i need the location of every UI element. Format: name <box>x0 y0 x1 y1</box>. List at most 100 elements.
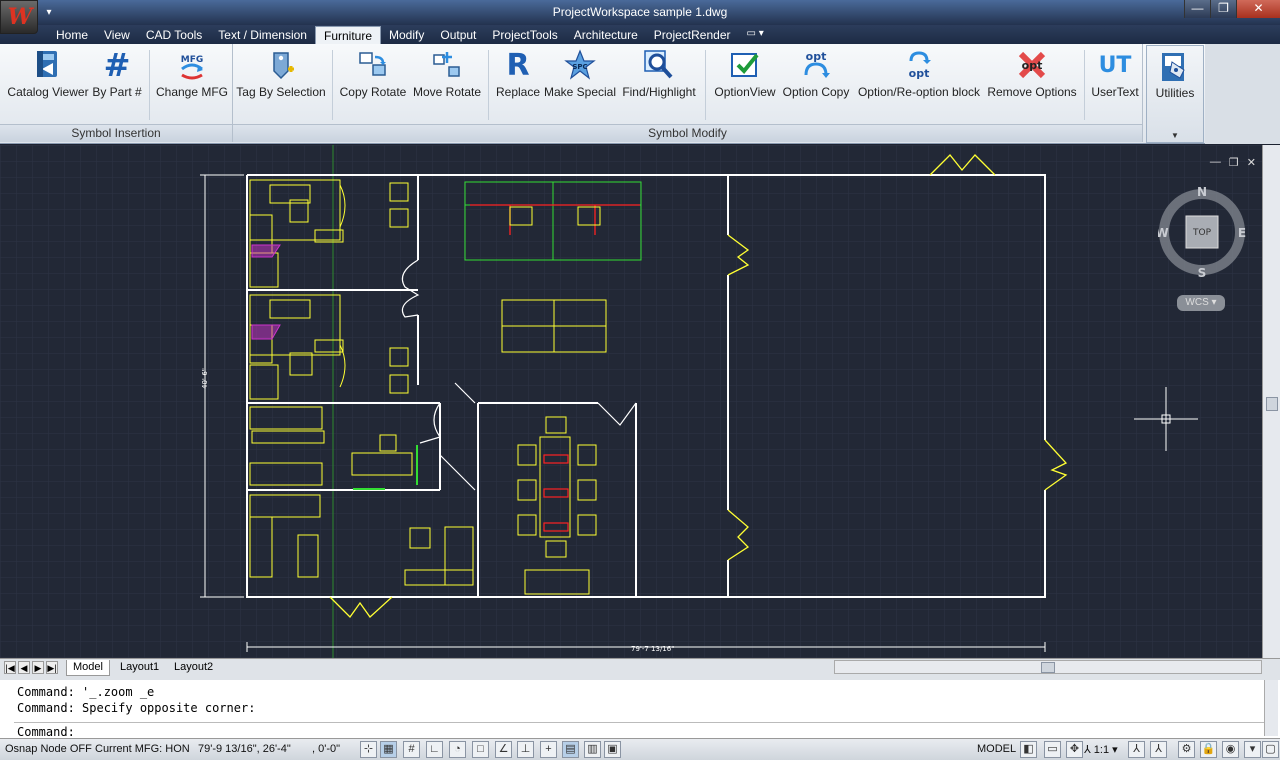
utilities-button[interactable]: Utilities ▼ <box>1146 45 1204 143</box>
restore-button[interactable]: ❐ <box>1210 0 1236 18</box>
tab-view[interactable]: View <box>96 26 138 44</box>
annotation-scale[interactable]: ⅄ 1:1 ▾ <box>1084 743 1118 756</box>
app-logo-icon: W <box>7 4 33 30</box>
application-menu-button[interactable]: W <box>0 0 38 34</box>
horizontal-scrollbar[interactable] <box>834 660 1262 674</box>
status-bar: Osnap Node OFF Current MFG: HON 79'-9 13… <box>0 738 1280 760</box>
vertical-scrollbar[interactable] <box>1262 145 1280 658</box>
dynamic-input-button[interactable]: + <box>540 741 557 758</box>
tag-by-selection-label: Tag By Selection <box>236 85 326 99</box>
viewport-restore-button[interactable]: ❐ <box>1229 156 1239 169</box>
tab-model[interactable]: Model <box>66 660 110 676</box>
change-mfg-button[interactable]: MFG Change MFG <box>154 48 230 108</box>
ribbon-empty-area <box>1205 44 1280 144</box>
command-scrollbar[interactable] <box>1264 680 1278 736</box>
tab-layout1[interactable]: Layout1 <box>114 660 165 676</box>
utilities-expand-icon[interactable]: ▼ <box>1147 131 1203 140</box>
tab-modify[interactable]: Modify <box>381 26 432 44</box>
tab-text-dimension[interactable]: Text / Dimension <box>210 26 315 44</box>
command-history: Command: '_.zoom _e Command: Specify oppo… <box>17 684 255 716</box>
option-view-button[interactable]: OptionView <box>711 48 779 108</box>
command-history-line: Command: '_.zoom _e <box>17 685 155 699</box>
coordinate-readout: 79'-9 13/16", 26'-4" <box>198 743 291 755</box>
quick-view-drawings-button[interactable]: ▭ <box>1044 741 1061 758</box>
tab-home[interactable]: Home <box>48 26 96 44</box>
prev-layout-button[interactable]: ◀ <box>18 661 30 674</box>
next-layout-button[interactable]: ▶ <box>32 661 44 674</box>
object-snap-tracking-button[interactable]: ∠ <box>495 741 512 758</box>
workspace-switching-button[interactable]: ⚙ <box>1178 741 1195 758</box>
vertical-scroll-thumb[interactable] <box>1266 397 1278 411</box>
panel-label-symbol-insertion: Symbol Insertion <box>0 124 232 142</box>
transparency-button[interactable]: ▥ <box>584 741 601 758</box>
wcs-menu[interactable]: WCS ▾ <box>1177 295 1225 311</box>
first-layout-button[interactable]: |◀ <box>4 661 16 674</box>
lock-ui-button[interactable]: 🔒 <box>1200 741 1217 758</box>
ortho-mode-button[interactable]: ∟ <box>426 741 443 758</box>
clean-screen-button[interactable]: ▢ <box>1262 741 1279 758</box>
quick-properties-button[interactable]: ▣ <box>604 741 621 758</box>
copy-rotate-label: Copy Rotate <box>339 85 407 99</box>
find-highlight-button[interactable]: Find/Highlight <box>619 48 699 108</box>
cad-application-window: ▾ ProjectWorkspace sample 1.dwg — ❐ ✕ W … <box>0 0 1280 760</box>
quick-view-layouts-button[interactable]: ◧ <box>1020 741 1037 758</box>
isolate-objects-button[interactable]: ◉ <box>1222 741 1239 758</box>
lineweight-button[interactable]: ▤ <box>562 741 579 758</box>
viewcube[interactable]: TOP N S E W <box>1155 185 1248 285</box>
horizontal-scroll-thumb[interactable] <box>1041 662 1055 673</box>
grid-display-button[interactable]: # <box>403 741 420 758</box>
svg-text:opt: opt <box>806 50 827 63</box>
option-reoption-button[interactable]: opt Option/Re-option block <box>854 48 984 108</box>
model-space-toggle[interactable]: MODEL <box>977 743 1016 755</box>
polar-tracking-button[interactable]: ◔ <box>449 741 466 758</box>
ribbon-separator <box>1084 50 1085 120</box>
tab-output[interactable]: Output <box>432 26 484 44</box>
viewport-close-button[interactable]: ✕ <box>1247 156 1256 169</box>
remove-options-label: Remove Options <box>987 85 1077 99</box>
move-rotate-button[interactable]: Move Rotate <box>411 48 483 108</box>
by-part-button[interactable]: # By Part # <box>92 46 142 108</box>
tab-cad-tools[interactable]: CAD Tools <box>138 26 210 44</box>
catalog-viewer-button[interactable]: Catalog Viewer <box>6 48 90 108</box>
option-copy-label: Option Copy <box>782 85 850 99</box>
by-part-icon: # <box>103 46 131 84</box>
ribbon-separator <box>149 50 150 120</box>
status-bar-menu-button[interactable]: ▾ <box>1244 741 1261 758</box>
tab-layout2[interactable]: Layout2 <box>168 660 219 676</box>
tab-architecture[interactable]: Architecture <box>566 26 646 44</box>
option-copy-button[interactable]: opt Option Copy <box>780 48 852 108</box>
tab-projectrender[interactable]: ProjectRender <box>646 26 739 44</box>
minimize-button[interactable]: — <box>1184 0 1210 18</box>
change-mfg-icon: MFG <box>175 48 209 82</box>
drawing-canvas[interactable]: 40'-6" 79'-7 13/16" <box>0 145 1262 658</box>
floor-plan-drawing[interactable]: 40'-6" 79'-7 13/16" <box>0 145 1262 658</box>
viewport-minimize-button[interactable]: — <box>1210 156 1221 169</box>
make-special-label: Make Special <box>543 85 617 99</box>
svg-text:opt: opt <box>1022 59 1043 72</box>
ribbon-separator <box>705 50 706 120</box>
close-button[interactable]: ✕ <box>1236 0 1280 18</box>
viewport-controls: — ❐ ✕ <box>1210 156 1256 169</box>
user-text-button[interactable]: UT UserText <box>1089 48 1141 108</box>
last-layout-button[interactable]: ▶| <box>46 661 58 674</box>
infer-constraints-button[interactable]: ⊹ <box>360 741 377 758</box>
move-rotate-label: Move Rotate <box>412 85 482 99</box>
svg-text:opt: opt <box>909 67 930 80</box>
annotation-visibility-button[interactable]: ⅄ <box>1128 741 1145 758</box>
tab-furniture[interactable]: Furniture <box>314 26 382 44</box>
copy-rotate-button[interactable]: Copy Rotate <box>339 48 407 108</box>
window-title: ProjectWorkspace sample 1.dwg <box>552 5 728 19</box>
dynamic-ucs-button[interactable]: ⊥ <box>517 741 534 758</box>
pan-button[interactable]: ✥ <box>1066 741 1083 758</box>
tab-projecttools[interactable]: ProjectTools <box>484 26 565 44</box>
snap-mode-button[interactable]: ▦ <box>380 741 397 758</box>
auto-scale-button[interactable]: ⅄ <box>1150 741 1167 758</box>
command-history-line: Command: Specify opposite corner: <box>17 701 256 715</box>
tag-by-selection-button[interactable]: Tag By Selection <box>235 48 327 108</box>
ribbon-tabs: Home View CAD Tools Text / Dimension Furnitu… <box>48 26 772 44</box>
make-special-button[interactable]: SPC Make Special <box>543 48 617 108</box>
object-snap-button[interactable]: □ <box>472 741 489 758</box>
minimize-ribbon-button[interactable]: ▭ ▾ <box>739 26 772 44</box>
replace-button[interactable]: R Replace <box>495 48 541 108</box>
remove-options-button[interactable]: opt Remove Options <box>986 48 1078 108</box>
